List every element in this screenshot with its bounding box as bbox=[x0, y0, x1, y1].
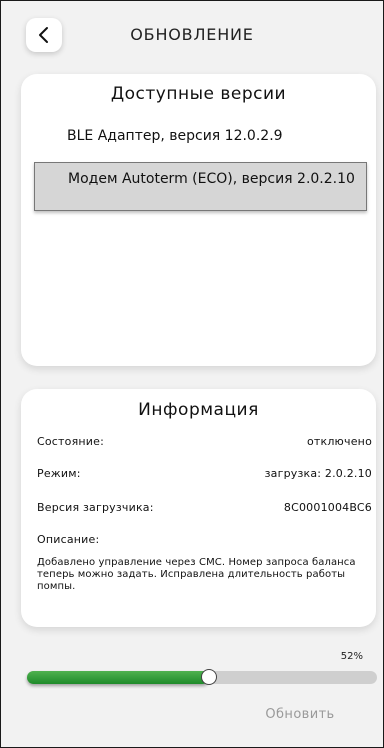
info-row-state: Состояние: отключено bbox=[37, 435, 372, 448]
progress-percent: 52% bbox=[340, 651, 363, 662]
info-card: Информация Состояние: отключено Режим: з… bbox=[21, 389, 376, 627]
mode-label: Режим: bbox=[37, 467, 81, 480]
version-item-modem-selected[interactable]: Модем Autoterm (ECO), версия 2.0.2.10 bbox=[34, 162, 367, 211]
mode-value: загрузка: 2.0.2.10 bbox=[264, 467, 372, 480]
app-screen: ОБНОВЛЕНИЕ Доступные версии BLE Адаптер,… bbox=[0, 0, 384, 748]
progress-fill bbox=[27, 671, 209, 684]
info-row-mode: Режим: загрузка: 2.0.2.10 bbox=[37, 467, 372, 480]
version-item-label: Модем Autoterm (ECO), версия 2.0.2.10 bbox=[68, 171, 355, 187]
versions-card: Доступные версии BLE Адаптер, версия 12.… bbox=[21, 74, 376, 366]
versions-title: Доступные версии bbox=[110, 84, 287, 104]
description-row: Описание: bbox=[37, 533, 372, 546]
state-value: отключено bbox=[306, 435, 372, 448]
description-label: Описание: bbox=[37, 533, 100, 546]
update-button[interactable]: Обновить bbox=[255, 707, 345, 722]
bootloader-label: Версия загрузчика: bbox=[37, 501, 154, 514]
info-row-bootloader: Версия загрузчика: 8C0001004BC6 bbox=[37, 501, 372, 514]
page-title: ОБНОВЛЕНИЕ bbox=[130, 25, 254, 44]
info-title: Информация bbox=[138, 400, 259, 420]
progress-thumb[interactable] bbox=[201, 669, 217, 685]
state-label: Состояние: bbox=[37, 435, 105, 448]
progress-bar[interactable] bbox=[27, 669, 377, 685]
description-text: Добавлено управление через СМС. Номер за… bbox=[37, 557, 356, 592]
bootloader-value: 8C0001004BC6 bbox=[283, 501, 372, 514]
version-item-ble-adapter[interactable]: BLE Адаптер, версия 12.0.2.9 bbox=[67, 128, 376, 145]
